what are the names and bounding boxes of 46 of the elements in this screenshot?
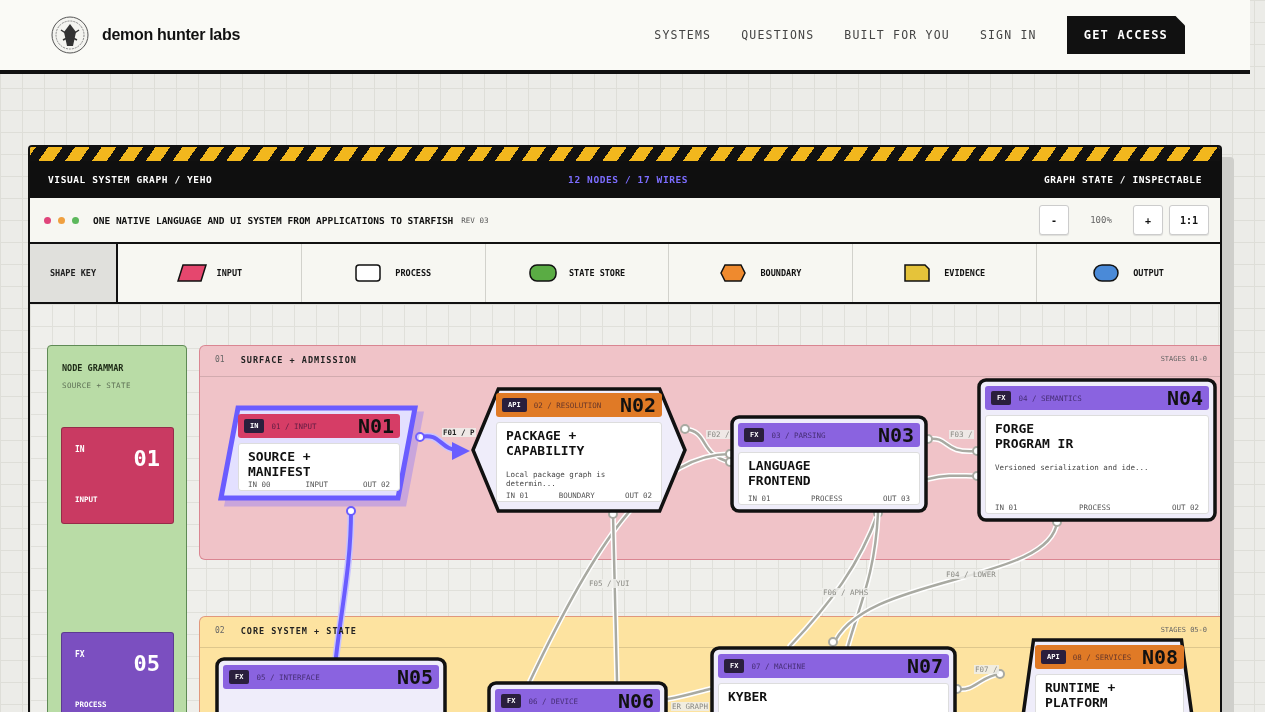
node-title: PACKAGE + CAPABILITY <box>506 428 586 458</box>
panel-title: VISUAL SYSTEM GRAPH / YEHO <box>48 174 213 185</box>
node-id: N01 <box>357 414 394 438</box>
zoom-out-button[interactable]: - <box>1039 205 1069 235</box>
shape-key-label: BOUNDARY <box>760 268 802 278</box>
shape-key-label: STATE STORE <box>568 268 626 278</box>
connector-wire[interactable] <box>845 510 881 649</box>
reset-zoom-button[interactable]: 1:1 <box>1169 205 1209 235</box>
shape-key-label: SHAPE KEY <box>30 244 118 302</box>
card-number: 05 <box>133 651 160 676</box>
card-number: 01 <box>133 446 160 471</box>
logo-icon[interactable] <box>51 16 89 54</box>
get-access-button[interactable]: GET ACCESS <box>1066 16 1185 54</box>
card-tag: IN <box>75 445 85 454</box>
connector-wire[interactable] <box>665 686 713 702</box>
node-id: N08 <box>1141 645 1178 669</box>
brand-name[interactable]: demon hunter labs <box>102 26 241 44</box>
grammar-title: NODE GRAMMAR <box>62 363 124 373</box>
shape-key-label: PROCESS <box>395 268 432 278</box>
nav-link[interactable]: BUILT FOR YOU <box>844 28 950 42</box>
node-id: N06 <box>617 689 654 712</box>
stage-index: 02 <box>215 626 225 635</box>
shape-key-label: INPUT <box>216 268 243 278</box>
node-title: LANGUAGE FRONTEND <box>748 458 812 488</box>
nav-link[interactable]: SIGN IN <box>979 28 1037 42</box>
stage-title: SURFACE + ADMISSION <box>240 355 357 365</box>
nav-link[interactable]: SYSTEMS <box>654 28 712 42</box>
node-id: N04 <box>1166 386 1203 410</box>
stage-index: 01 <box>215 355 225 364</box>
shape-key-label: EVIDENCE <box>944 268 986 278</box>
node-id: N02 <box>619 393 656 417</box>
node-id: N07 <box>906 654 943 678</box>
zoom-level: 100% <box>1089 215 1113 225</box>
zoom-in-button[interactable]: + <box>1133 205 1163 235</box>
shape-key-label: OUTPUT <box>1133 268 1164 278</box>
node-id: N03 <box>877 423 914 447</box>
nav-link[interactable]: QUESTIONS <box>741 28 815 42</box>
node-title: RUNTIME + PLATFORM <box>1045 680 1117 710</box>
graph-state: GRAPH STATE / INSPECTABLE <box>1044 174 1202 185</box>
node-title: KYBER <box>728 689 769 704</box>
node-title: FORGE PROGRAM IR <box>995 421 1075 451</box>
card-tag: FX <box>75 650 85 659</box>
graph-heading: ONE NATIVE LANGUAGE AND UI SYSTEM FROM APPLICATIONS TO STARFISH <box>93 214 454 226</box>
graph-counts: 12 NODES / 17 WIRES <box>568 174 689 185</box>
node-title: SOURCE + MANIFEST <box>248 449 312 479</box>
node-id: N05 <box>396 665 433 689</box>
